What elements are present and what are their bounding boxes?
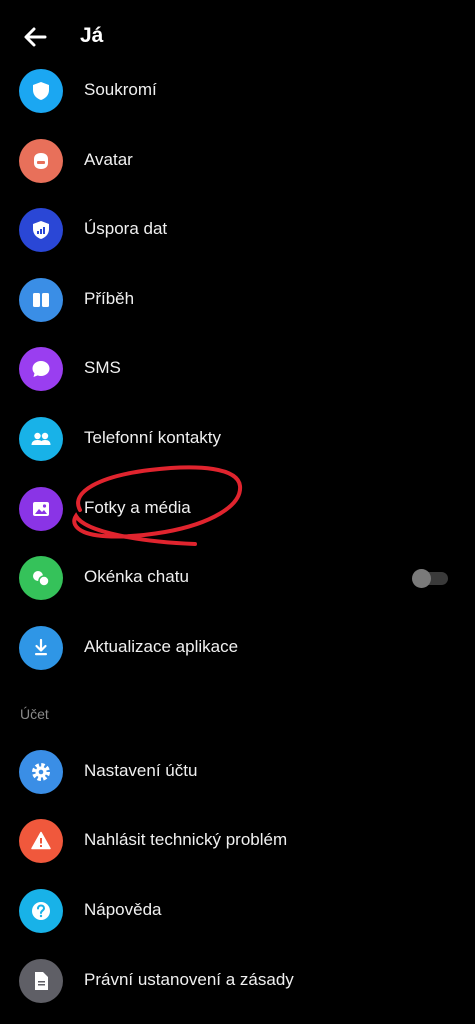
contacts-icon (19, 417, 63, 461)
settings-item-privacy[interactable]: Soukromí (0, 60, 475, 122)
settings-item-report-problem[interactable]: Nahlásit technický problém (0, 810, 475, 872)
item-label: Fotky a média (84, 498, 191, 517)
settings-item-story[interactable]: Příběh (0, 269, 475, 331)
avatar-face-icon (19, 139, 63, 183)
settings-item-account-settings[interactable]: Nastavení účtu (0, 741, 475, 803)
document-icon (19, 959, 63, 1003)
story-icon (19, 278, 63, 322)
settings-item-legal-policies[interactable]: Právní ustanovení a zásady (0, 950, 475, 1012)
download-icon (19, 626, 63, 670)
item-label: Soukromí (84, 80, 157, 99)
settings-item-data-saver[interactable]: Úspora dat (0, 199, 475, 261)
settings-item-phone-contacts[interactable]: Telefonní kontakty (0, 408, 475, 470)
item-label: SMS (84, 358, 121, 377)
settings-item-app-update[interactable]: Aktualizace aplikace (0, 617, 475, 679)
item-label: Nastavení účtu (84, 761, 198, 780)
settings-item-sms[interactable]: SMS (0, 338, 475, 400)
arrow-left-icon[interactable] (20, 22, 50, 52)
settings-item-help[interactable]: Nápověda (0, 880, 475, 942)
item-label: Avatar (84, 150, 133, 169)
data-saver-icon (19, 208, 63, 252)
settings-item-avatar[interactable]: Avatar (0, 130, 475, 192)
item-label: Právní ustanovení a zásady (84, 970, 294, 989)
item-label: Nápověda (84, 900, 162, 919)
help-icon (19, 889, 63, 933)
item-label: Aktualizace aplikace (84, 637, 239, 656)
item-label: Příběh (84, 289, 135, 308)
settings-item-chat-heads[interactable]: Okénka chatu (0, 547, 475, 609)
item-label: Telefonní kontakty (84, 428, 222, 447)
photo-icon (19, 487, 63, 531)
item-label: Nahlásit technický problém (84, 830, 288, 849)
chat-heads-icon (19, 556, 63, 600)
item-label: Okénka chatu (84, 567, 189, 586)
gear-icon (19, 750, 63, 794)
page-title: Já (80, 24, 104, 47)
chat-bubble-icon (19, 347, 63, 391)
shield-icon (19, 69, 63, 113)
chat-heads-toggle[interactable] (412, 569, 448, 588)
item-label: Úspora dat (84, 219, 168, 238)
settings-item-photos-media[interactable]: Fotky a média (0, 478, 475, 540)
section-title-account: Účet (20, 706, 49, 722)
warning-icon (19, 819, 63, 863)
toggle-knob (412, 569, 431, 588)
